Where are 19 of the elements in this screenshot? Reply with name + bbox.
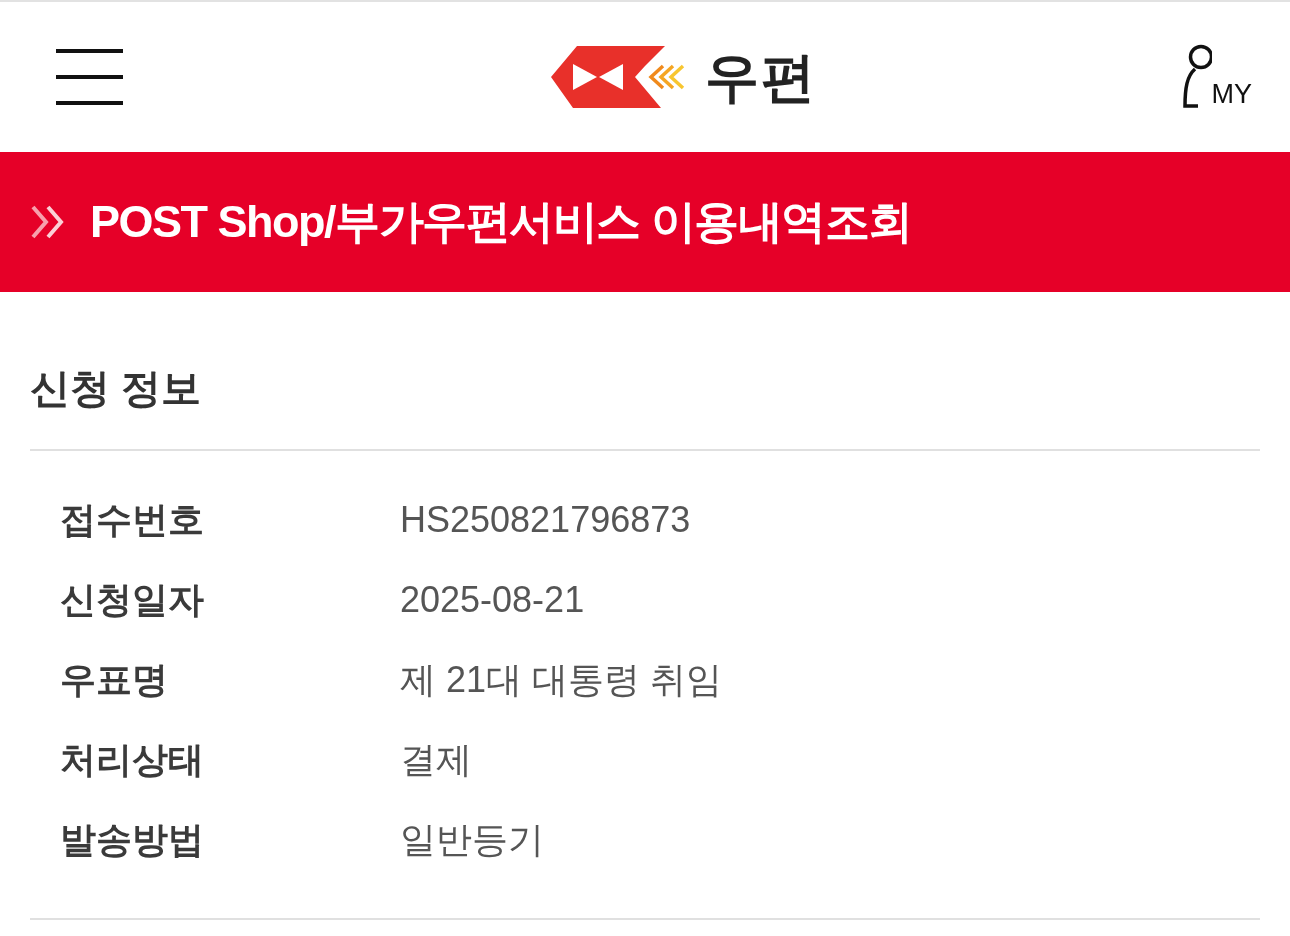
field-label: 우표명 [60,658,168,702]
double-chevron-icon [30,205,66,239]
field-value: 2025-08-21 [400,578,585,622]
field-value: 제 21대 대통령 취임 [400,658,723,702]
field-value: 결제 [400,738,472,782]
field-label: 접수번호 [60,498,204,542]
logo-text: 우편 [705,50,818,104]
field-value: HS250821796873 [400,498,691,542]
page-title: POST Shop/부가우편서비스 이용내역조회 [90,195,912,250]
my-page-link[interactable]: MY [1181,44,1252,110]
my-label: MY [1211,81,1252,108]
field-label: 처리상태 [60,738,204,782]
menu-icon [56,49,123,105]
field-label: 발송방법 [60,818,204,862]
person-icon [1181,44,1212,110]
section-title: 신청 정보 [30,365,202,412]
field-label: 신청일자 [60,578,204,622]
menu-button[interactable] [56,49,123,105]
field-value: 일반등기 [400,818,544,862]
